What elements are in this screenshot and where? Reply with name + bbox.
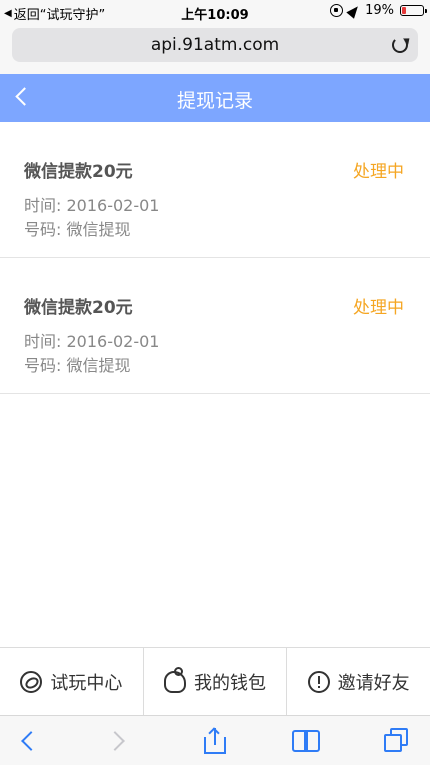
forward-icon[interactable]	[108, 728, 122, 754]
tab-label: 试玩中心	[50, 672, 123, 694]
record-time: 时间: 2016-02-01	[24, 332, 160, 351]
rotation-lock-icon	[330, 4, 344, 17]
tab-my-wallet[interactable]: 我的钱包	[144, 648, 288, 715]
book-right-page	[306, 730, 320, 752]
status-badge: 处理中	[353, 298, 404, 318]
bookmarks-icon[interactable]	[292, 728, 322, 754]
page-title: 提现记录	[176, 90, 253, 112]
browser-toolbar	[0, 715, 430, 765]
battery-icon	[400, 5, 427, 16]
alert-circle-icon	[307, 670, 330, 693]
list-item[interactable]: 微信提款20元 处理中 时间: 2016-02-01 号码: 微信提现	[0, 122, 430, 258]
record-title: 微信提款20元	[24, 298, 133, 318]
page-header: 提现记录	[0, 74, 430, 122]
tabs-front-square	[384, 734, 402, 752]
play-circle-icon	[20, 670, 43, 693]
tab-label: 我的钱包	[194, 672, 266, 694]
list-item[interactable]: 微信提款20元 处理中 时间: 2016-02-01 号码: 微信提现	[0, 258, 430, 394]
battery-percent: 19%	[365, 3, 394, 18]
record-code: 号码: 微信提现	[24, 356, 131, 375]
tab-label: 邀请好友	[337, 672, 410, 694]
address-bar[interactable]: api.91atm.com	[12, 28, 418, 62]
status-indicators: 19%	[330, 2, 427, 19]
address-url[interactable]: api.91atm.com	[12, 35, 418, 55]
status-bar: ◀ 返回“试玩守护” 上午10:09 19%	[0, 0, 430, 24]
piggy-bank-icon	[164, 666, 186, 693]
share-icon[interactable]	[204, 727, 226, 754]
location-arrow-icon	[346, 2, 362, 19]
record-title: 微信提款20元	[24, 162, 133, 182]
battery-level-fill	[402, 7, 406, 14]
withdrawal-record-list: 微信提款20元 处理中 时间: 2016-02-01 号码: 微信提现 微信提款…	[0, 122, 430, 394]
tab-trial-center[interactable]: 试玩中心	[0, 648, 144, 715]
status-badge: 处理中	[353, 162, 404, 182]
tab-invite-friends[interactable]: 邀请好友	[287, 648, 430, 715]
book-left-page	[292, 730, 306, 752]
tabs-icon[interactable]	[384, 728, 410, 754]
record-time: 时间: 2016-02-01	[24, 196, 160, 215]
reload-icon[interactable]	[392, 37, 408, 53]
browser-address-area: api.91atm.com	[0, 24, 430, 74]
bottom-tab-bar: 试玩中心 我的钱包 邀请好友	[0, 647, 430, 715]
back-icon[interactable]	[20, 728, 34, 754]
record-code: 号码: 微信提现	[24, 220, 131, 239]
